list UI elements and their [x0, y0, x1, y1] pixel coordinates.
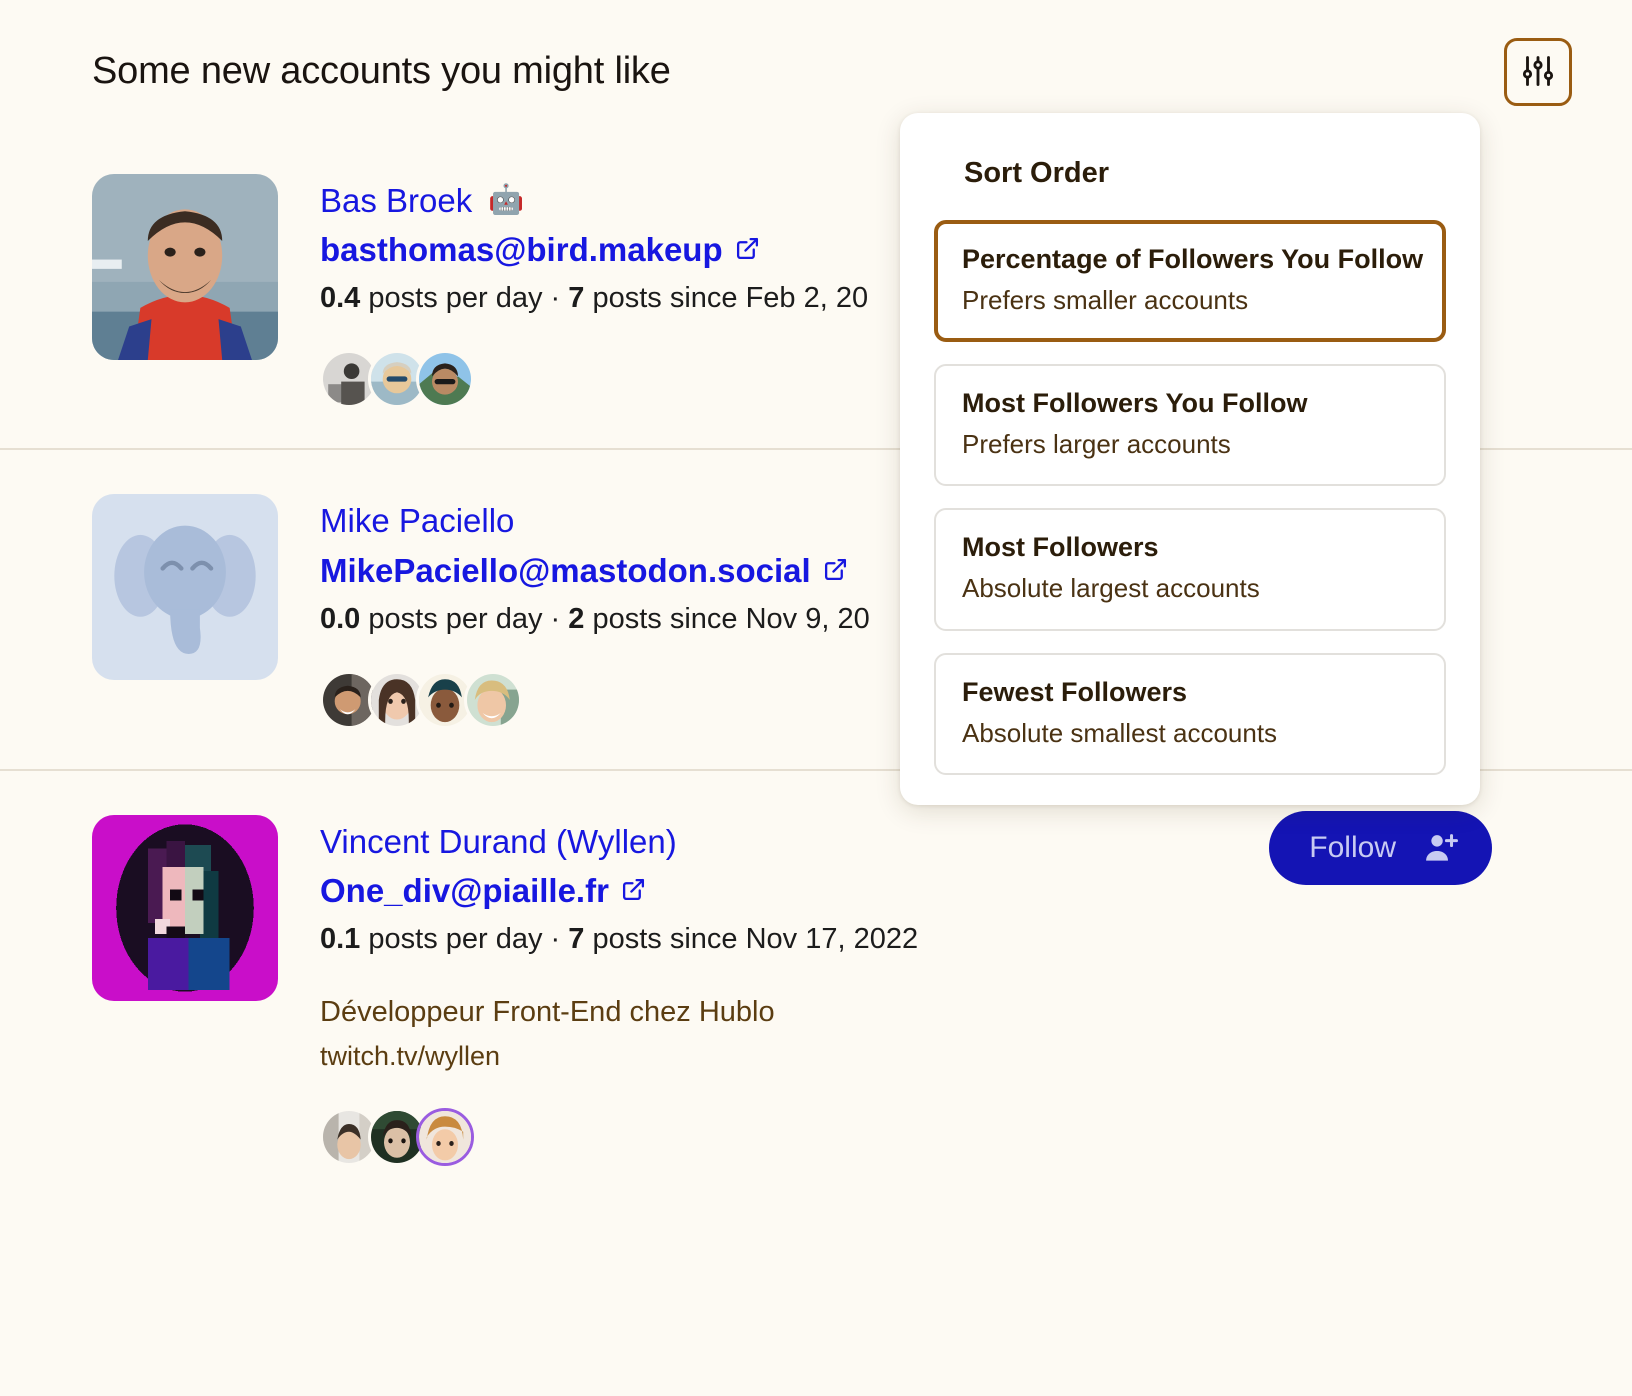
avatar[interactable]: [92, 174, 278, 360]
sort-option-label: Fewest Followers: [962, 676, 1188, 707]
account-bio: Développeur Front-End chez Hublo: [320, 996, 775, 1029]
sort-option-description: Prefers smaller accounts: [962, 285, 1249, 316]
sort-option-most-followers-you-follow[interactable]: Most Followers You Follow Prefers larger…: [934, 364, 1446, 487]
mutual-follower-avatar[interactable]: [416, 350, 474, 409]
account-bio-link[interactable]: twitch.tv/wyllen: [320, 1037, 1572, 1076]
posts-per-day: 0.1: [320, 923, 361, 956]
account-row: Follow Vincent Durand (Wyllen) One_div@p…: [0, 768, 1632, 1207]
handle-text: basthomas@bird.makeup: [320, 231, 723, 269]
avatar[interactable]: [92, 494, 278, 681]
mutual-followers-strip: [320, 1108, 1572, 1167]
mutual-follower-avatar[interactable]: [416, 1108, 474, 1167]
posts-per-day: 0.0: [320, 602, 361, 635]
sort-option-label: Percentage of Followers You Follow: [962, 244, 1424, 274]
display-name-text: Bas Broek: [320, 182, 473, 219]
recommendations-page: Some new accounts you might like Bas Bro…: [0, 0, 1632, 1396]
display-name-text: Vincent Durand (Wyllen): [320, 822, 677, 860]
stats-tail: posts since Feb 2, 20: [584, 282, 869, 315]
posts-count: 7: [568, 282, 585, 315]
sliders-icon: [1520, 53, 1556, 92]
account-stats: 0.1 posts per day · 7 posts since Nov 17…: [320, 920, 1572, 959]
follow-button-label: Follow: [1309, 830, 1396, 864]
posts-per-day: 0.4: [320, 282, 361, 315]
page-title: Some new accounts you might like: [92, 50, 671, 93]
posts-count: 2: [568, 602, 585, 635]
stats-mid: posts per day ·: [360, 602, 569, 635]
sort-option-label: Most Followers: [962, 532, 1159, 563]
external-link-icon: [735, 231, 760, 260]
mutual-follower-avatar[interactable]: [464, 670, 522, 729]
display-name-text: Mike Paciello: [320, 502, 515, 540]
external-link-icon: [621, 872, 646, 901]
external-link-icon: [823, 552, 848, 580]
sort-option-most-followers[interactable]: Most Followers Absolute largest accounts: [934, 508, 1446, 631]
sort-order-panel: Sort Order Percentage of Followers You F…: [900, 113, 1480, 805]
person-add-icon: [1422, 829, 1460, 867]
sort-option-fewest-followers[interactable]: Fewest Followers Absolute smallest accou…: [934, 652, 1446, 775]
follow-button[interactable]: Follow: [1269, 810, 1492, 885]
stats-mid: posts per day ·: [360, 923, 569, 956]
sort-order-title: Sort Order: [964, 157, 1110, 189]
avatar[interactable]: [92, 814, 278, 1001]
page-header: Some new accounts you might like: [92, 36, 1572, 108]
sort-option-label: Most Followers You Follow: [962, 388, 1308, 419]
sort-option-description: Prefers larger accounts: [962, 429, 1231, 460]
sort-option-description: Absolute smallest accounts: [962, 717, 1278, 748]
posts-count: 7: [568, 923, 585, 956]
stats-mid: posts per day ·: [360, 282, 569, 315]
bot-icon: 🤖: [488, 184, 525, 217]
sort-option-description: Absolute largest accounts: [962, 573, 1260, 604]
handle-text: MikePaciello@mastodon.social: [320, 551, 811, 589]
sort-option-percentage-followers-you-follow[interactable]: Percentage of Followers You Follow Prefe…: [934, 220, 1446, 343]
handle-text: One_div@piaille.fr: [320, 872, 609, 910]
stats-tail: posts since Nov 9, 20: [584, 602, 870, 635]
stats-tail: posts since Nov 17, 2022: [584, 923, 919, 956]
sort-filter-button[interactable]: [1504, 38, 1572, 106]
